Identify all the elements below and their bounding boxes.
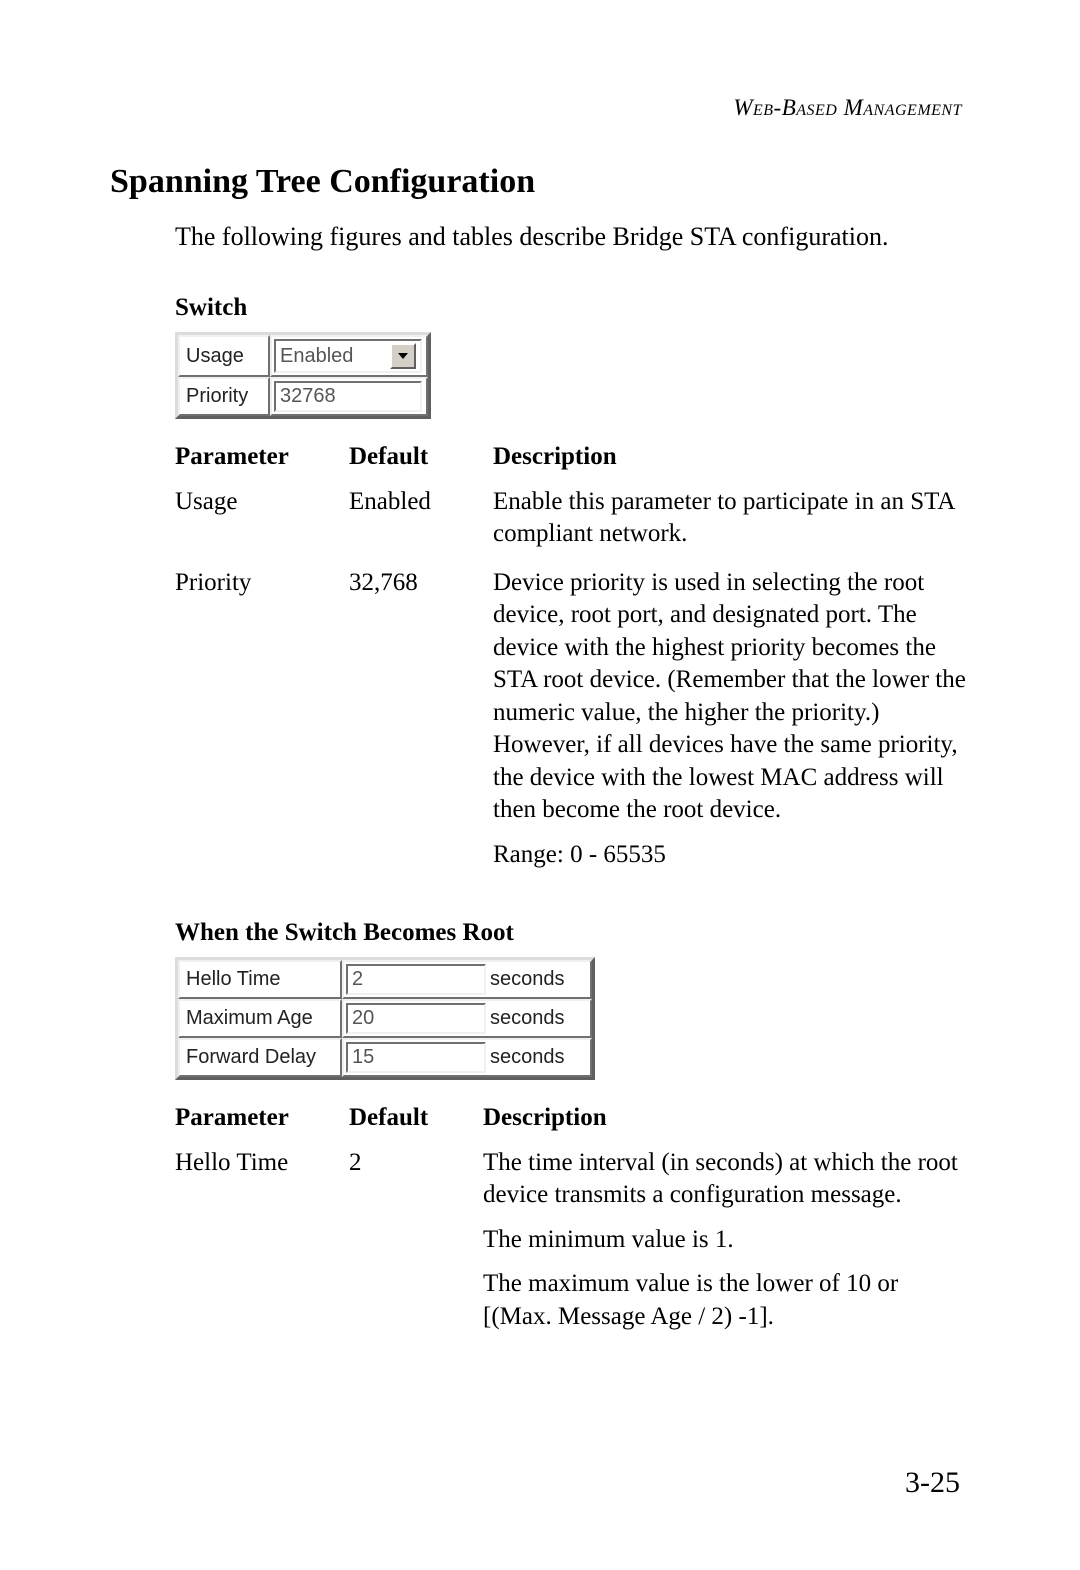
table-row: Priority 32,768 Device priority is used … bbox=[175, 563, 970, 884]
maxage-label: Maximum Age bbox=[178, 999, 342, 1038]
desc-text: The time interval (in seconds) at which … bbox=[483, 1147, 970, 1212]
switch-param-table: Parameter Default Description Usage Enab… bbox=[175, 437, 970, 883]
page-number: 3-25 bbox=[905, 1466, 960, 1500]
col-description: Description bbox=[493, 437, 970, 482]
param-desc: The time interval (in seconds) at which … bbox=[483, 1143, 970, 1346]
desc-text: The maximum value is the lower of 10 or … bbox=[483, 1268, 970, 1333]
desc-text: Enable this parameter to participate in … bbox=[493, 486, 970, 551]
maxage-value: 20 bbox=[352, 1007, 374, 1030]
table-row: Usage Enabled Enable this parameter to p… bbox=[175, 482, 970, 563]
page-header: Web-Based Management bbox=[110, 95, 970, 121]
param-name: Hello Time bbox=[175, 1143, 349, 1346]
priority-value: 32768 bbox=[280, 385, 336, 408]
priority-input[interactable]: 32768 bbox=[274, 381, 422, 412]
col-parameter: Parameter bbox=[175, 1098, 349, 1143]
usage-label: Usage bbox=[178, 335, 270, 377]
col-default: Default bbox=[349, 437, 493, 482]
chevron-down-icon bbox=[398, 353, 408, 359]
unit-label: seconds bbox=[486, 1007, 565, 1030]
unit-label: seconds bbox=[486, 1046, 565, 1069]
usage-dropdown-cell: Enabled bbox=[270, 335, 428, 377]
maxage-input-cell: 20 seconds bbox=[342, 999, 592, 1038]
unit-label: seconds bbox=[486, 968, 565, 991]
param-desc: Device priority is used in selecting the… bbox=[493, 563, 970, 884]
intro-text: The following figures and tables describ… bbox=[175, 219, 970, 254]
usage-value: Enabled bbox=[280, 345, 353, 368]
root-ui-panel: Hello Time 2 seconds Maximum Age 20 seco… bbox=[175, 957, 595, 1080]
dropdown-button[interactable] bbox=[390, 343, 416, 369]
hello-input-cell: 2 seconds bbox=[342, 960, 592, 999]
desc-text: The minimum value is 1. bbox=[483, 1224, 970, 1257]
col-default: Default bbox=[349, 1098, 483, 1143]
param-name: Priority bbox=[175, 563, 349, 884]
fwd-value: 15 bbox=[352, 1046, 374, 1069]
fwd-input-cell: 15 seconds bbox=[342, 1038, 592, 1077]
param-default: 32,768 bbox=[349, 563, 493, 884]
desc-text: Range: 0 - 65535 bbox=[493, 839, 970, 872]
col-description: Description bbox=[483, 1098, 970, 1143]
subheading-switch: Switch bbox=[175, 294, 970, 322]
hello-value: 2 bbox=[352, 968, 363, 991]
usage-dropdown[interactable]: Enabled bbox=[274, 339, 422, 373]
hello-label: Hello Time bbox=[178, 960, 342, 999]
section-heading: Spanning Tree Configuration bbox=[110, 163, 970, 201]
param-default: 2 bbox=[349, 1143, 483, 1346]
param-name: Usage bbox=[175, 482, 349, 563]
desc-text: Device priority is used in selecting the… bbox=[493, 567, 970, 827]
param-default: Enabled bbox=[349, 482, 493, 563]
table-row: Hello Time 2 The time interval (in secon… bbox=[175, 1143, 970, 1346]
fwd-input[interactable]: 15 bbox=[346, 1042, 486, 1073]
hello-input[interactable]: 2 bbox=[346, 964, 486, 995]
root-param-table: Parameter Default Description Hello Time… bbox=[175, 1098, 970, 1345]
switch-ui-panel: Usage Enabled Priority 32768 bbox=[175, 332, 431, 419]
maxage-input[interactable]: 20 bbox=[346, 1003, 486, 1034]
param-desc: Enable this parameter to participate in … bbox=[493, 482, 970, 563]
col-parameter: Parameter bbox=[175, 437, 349, 482]
fwd-label: Forward Delay bbox=[178, 1038, 342, 1077]
priority-input-cell: 32768 bbox=[270, 377, 428, 416]
subheading-root: When the Switch Becomes Root bbox=[175, 919, 970, 947]
priority-label: Priority bbox=[178, 377, 270, 416]
